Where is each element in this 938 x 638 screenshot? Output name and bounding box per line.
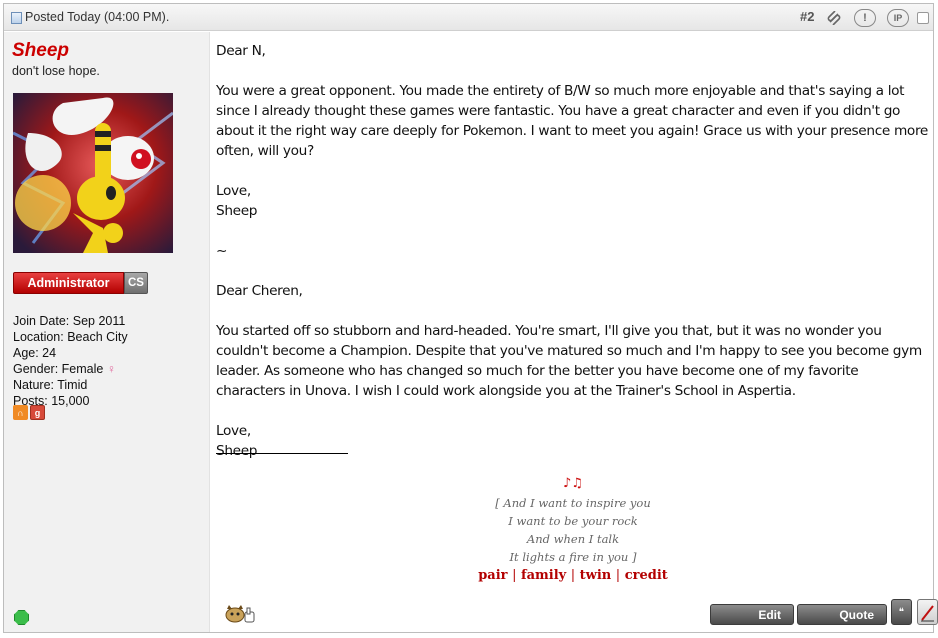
closing-name-2: Sheep (216, 443, 258, 459)
username-link[interactable]: Sheep (12, 40, 69, 62)
greeting-n: Dear N, (216, 43, 266, 59)
social-icons: ∩ g (13, 405, 45, 420)
location: Location: Beach City (13, 330, 128, 344)
post-content: Dear N, You were a great opponent. You m… (216, 32, 938, 632)
rss-icon[interactable]: ∩ (13, 405, 28, 420)
paragraph-cheren: You started off so stubborn and hard-hea… (216, 323, 922, 399)
signature-link-family[interactable]: family (521, 568, 566, 583)
paragraph-n: You were a great opponent. You made the … (216, 83, 928, 159)
lyric-line: I want to be your rock (508, 514, 638, 528)
user-avatar[interactable] (13, 93, 173, 253)
quick-reply-icon[interactable] (917, 599, 938, 625)
report-exclamation-icon[interactable]: ! (854, 9, 876, 27)
post-date: Posted Today (04:00 PM). (25, 10, 170, 24)
lyric-line: It lights a fire in you ] (509, 550, 637, 564)
greeting-cheren: Dear Cheren, (216, 283, 303, 299)
post-header: Posted Today (04:00 PM). #2 ! IP (4, 4, 933, 31)
signature-link-credit[interactable]: credit (625, 568, 668, 583)
music-notes-icon: ♪♫ (563, 476, 583, 491)
edit-button[interactable]: Edit (710, 604, 794, 625)
ip-icon[interactable]: IP (887, 9, 909, 27)
google-plus-icon[interactable]: g (30, 405, 45, 420)
signature-link-pair[interactable]: pair (478, 568, 507, 583)
paperclip-link-icon[interactable] (826, 9, 842, 27)
cs-badge: CS (124, 272, 148, 294)
thanks-icon[interactable] (224, 604, 255, 623)
multi-quote-icon[interactable]: ❝ (891, 599, 912, 625)
signature-divider (216, 453, 348, 454)
tilde-divider: ~ (216, 243, 228, 259)
quote-button[interactable]: Quote (797, 604, 887, 625)
closing-love-1: Love, (216, 183, 251, 199)
gender-label: Gender: Female (13, 362, 104, 376)
age: Age: 24 (13, 346, 57, 360)
user-title: don't lose hope. (12, 64, 100, 78)
administrator-badge: Administrator (13, 272, 124, 294)
join-date: Join Date: Sep 2011 (13, 314, 126, 328)
post-number-link[interactable]: #2 (800, 9, 814, 24)
closing-love-2: Love, (216, 423, 251, 439)
message-body: Dear N, You were a great opponent. You m… (216, 41, 928, 461)
lyric-line: [ And I want to inspire you (495, 496, 651, 510)
female-icon: ♀ (106, 362, 116, 376)
document-icon (11, 12, 22, 24)
closing-name-1: Sheep (216, 203, 258, 219)
user-details: Join Date: Sep 2011 Location: Beach City… (13, 313, 128, 409)
user-sidebar: Sheep don't lose hope. Administrator CS … (4, 32, 210, 632)
moderation-checkbox[interactable] (917, 12, 929, 24)
forum-post: Posted Today (04:00 PM). #2 ! IP Sheep d… (3, 3, 938, 633)
signature-links: pair | family | twin | credit (478, 568, 668, 583)
online-status-icon (14, 610, 29, 625)
signature: ♪♫ [ And I want to inspire you I want to… (478, 476, 668, 583)
signature-link-twin[interactable]: twin (580, 568, 612, 583)
nature: Nature: Timid (13, 378, 88, 392)
rank-badge: Administrator CS (13, 272, 148, 294)
lyric-line: And when I talk (526, 532, 620, 546)
gender: Gender: Female ♀ (13, 361, 128, 377)
